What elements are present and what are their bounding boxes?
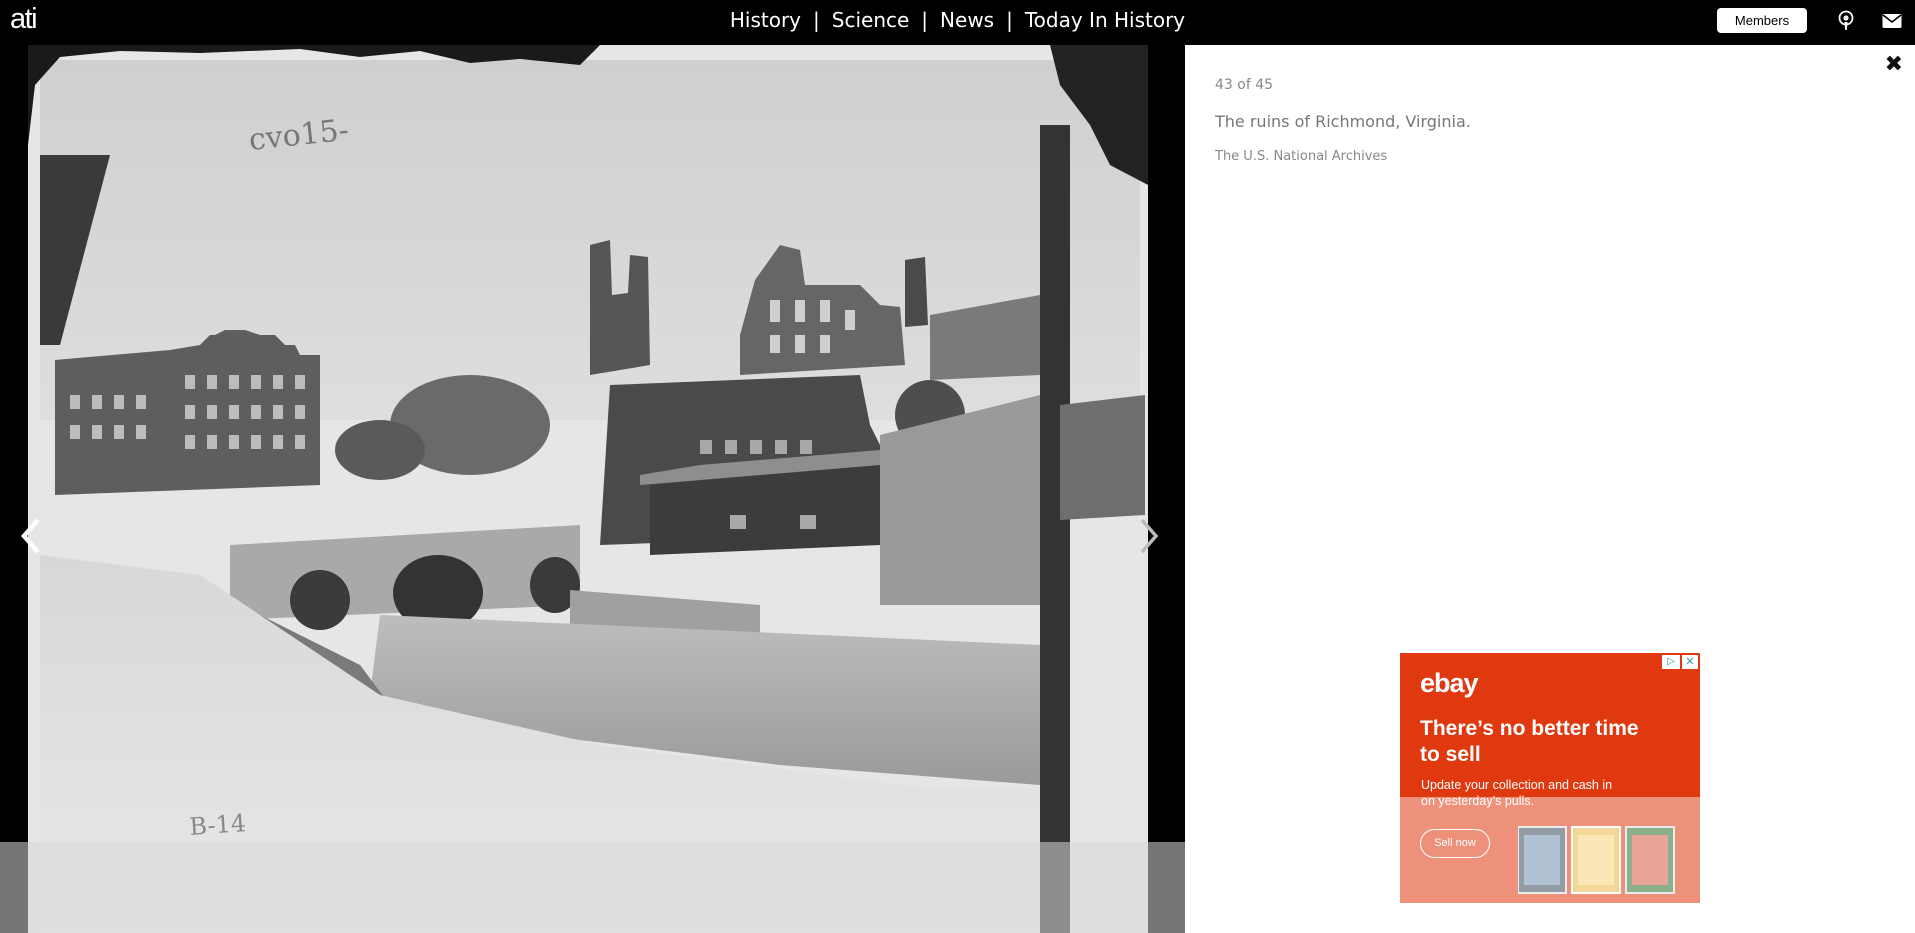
- ad-brand-logo: ebay: [1420, 668, 1479, 698]
- close-icon[interactable]: ✖: [1885, 52, 1903, 77]
- slide-counter: 43 of 45: [1215, 77, 1274, 93]
- ad-choices-icon[interactable]: ▷: [1662, 655, 1680, 669]
- nav-news[interactable]: News: [940, 8, 994, 32]
- chevron-left-icon: [21, 518, 40, 554]
- photo-credit: The U.S. National Archives: [1215, 149, 1388, 164]
- main-nav: History | Science | News | Today In History: [0, 8, 1915, 32]
- nav-science[interactable]: Science: [832, 8, 910, 32]
- mail-icon[interactable]: [1881, 10, 1903, 32]
- ad-close-icon[interactable]: ✕: [1682, 655, 1698, 669]
- slide-caption: The ruins of Richmond, Virginia.: [1215, 112, 1471, 131]
- ad-overlay-shade: [1400, 797, 1700, 903]
- nav-separator: |: [1006, 8, 1013, 32]
- chevron-right-icon: [1140, 518, 1159, 554]
- nav-history[interactable]: History: [730, 8, 801, 32]
- gallery-caption-overlay: [0, 842, 1185, 933]
- nav-separator: |: [921, 8, 929, 32]
- ad-headline: There’s no better time to sell: [1420, 717, 1639, 766]
- svg-text:B-14: B-14: [188, 809, 247, 841]
- gallery-viewer: cvo15- B-14: [0, 45, 1185, 933]
- previous-slide-button[interactable]: [16, 515, 46, 557]
- top-navigation-bar: ati History | Science | News | Today In Histor…: [0, 0, 1915, 45]
- nav-today-in-history[interactable]: Today In History: [1025, 8, 1185, 32]
- richmond-ruins-photo: cvo15- B-14: [28, 45, 1148, 933]
- ebay-advertisement[interactable]: ▷ ✕ ebay There’s no better time to sell …: [1400, 653, 1700, 903]
- next-slide-button[interactable]: [1134, 515, 1164, 557]
- members-button[interactable]: Members: [1717, 8, 1807, 33]
- podcast-icon[interactable]: [1835, 10, 1857, 32]
- nav-separator: |: [813, 8, 820, 32]
